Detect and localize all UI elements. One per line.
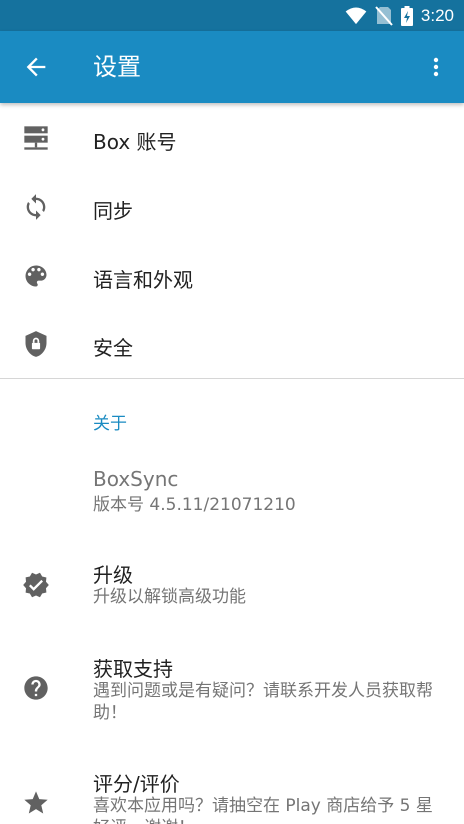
menu-item-label: 语言和外观 [93,268,193,292]
server-icon [24,126,48,150]
no-sim-icon [375,6,393,26]
upgrade-summary: 升级以解锁高级功能 [93,587,246,607]
menu-item-language-appearance[interactable]: 语言和外观 [0,241,464,310]
help-circle-icon [24,676,48,700]
menu-item-security[interactable]: 安全 [0,310,464,378]
verified-badge-icon [23,572,49,598]
section-header-about: 关于 [93,414,127,434]
rate-title: 评分/评价 [93,772,180,796]
page-title: 设置 [93,53,141,81]
upgrade-title: 升级 [93,563,133,587]
pref-rate-review[interactable]: 评分/评价 喜欢本应用吗？请抽空在 Play 商店给予 5 星好评，谢谢！ [0,755,464,824]
section-divider [0,378,464,379]
menu-item-label: 同步 [93,199,133,223]
status-icons: 3:20 [345,5,454,27]
menu-item-sync[interactable]: 同步 [0,172,464,241]
app-name: BoxSync [93,467,179,491]
more-vert-icon[interactable] [424,53,448,81]
support-title: 获取支持 [93,657,173,681]
status-time: 3:20 [420,6,454,25]
back-arrow-icon[interactable] [22,53,50,81]
app-bar: 设置 [0,31,464,103]
pref-get-support[interactable]: 获取支持 遇到问题或是有疑问？请联系开发人员获取帮助！ [0,640,464,732]
shield-lock-icon [25,331,47,357]
app-version: 版本号 4.5.11/21071210 [93,495,296,515]
pref-app-info: BoxSync 版本号 4.5.11/21071210 [0,456,464,526]
menu-item-label: Box 账号 [93,130,177,154]
support-summary: 遇到问题或是有疑问？请联系开发人员获取帮助！ [93,681,433,723]
star-icon [24,791,48,814]
menu-item-box-account[interactable]: Box 账号 [0,103,464,172]
menu-item-label: 安全 [93,336,133,360]
battery-charging-icon [400,6,413,26]
rate-summary: 喜欢本应用吗？请抽空在 Play 商店给予 5 星好评，谢谢！ [93,796,433,824]
sync-icon [26,194,46,220]
pref-upgrade[interactable]: 升级 升级以解锁高级功能 [0,548,464,618]
status-bar: 3:20 [0,0,464,31]
wifi-icon [345,7,367,25]
palette-icon [25,265,47,287]
